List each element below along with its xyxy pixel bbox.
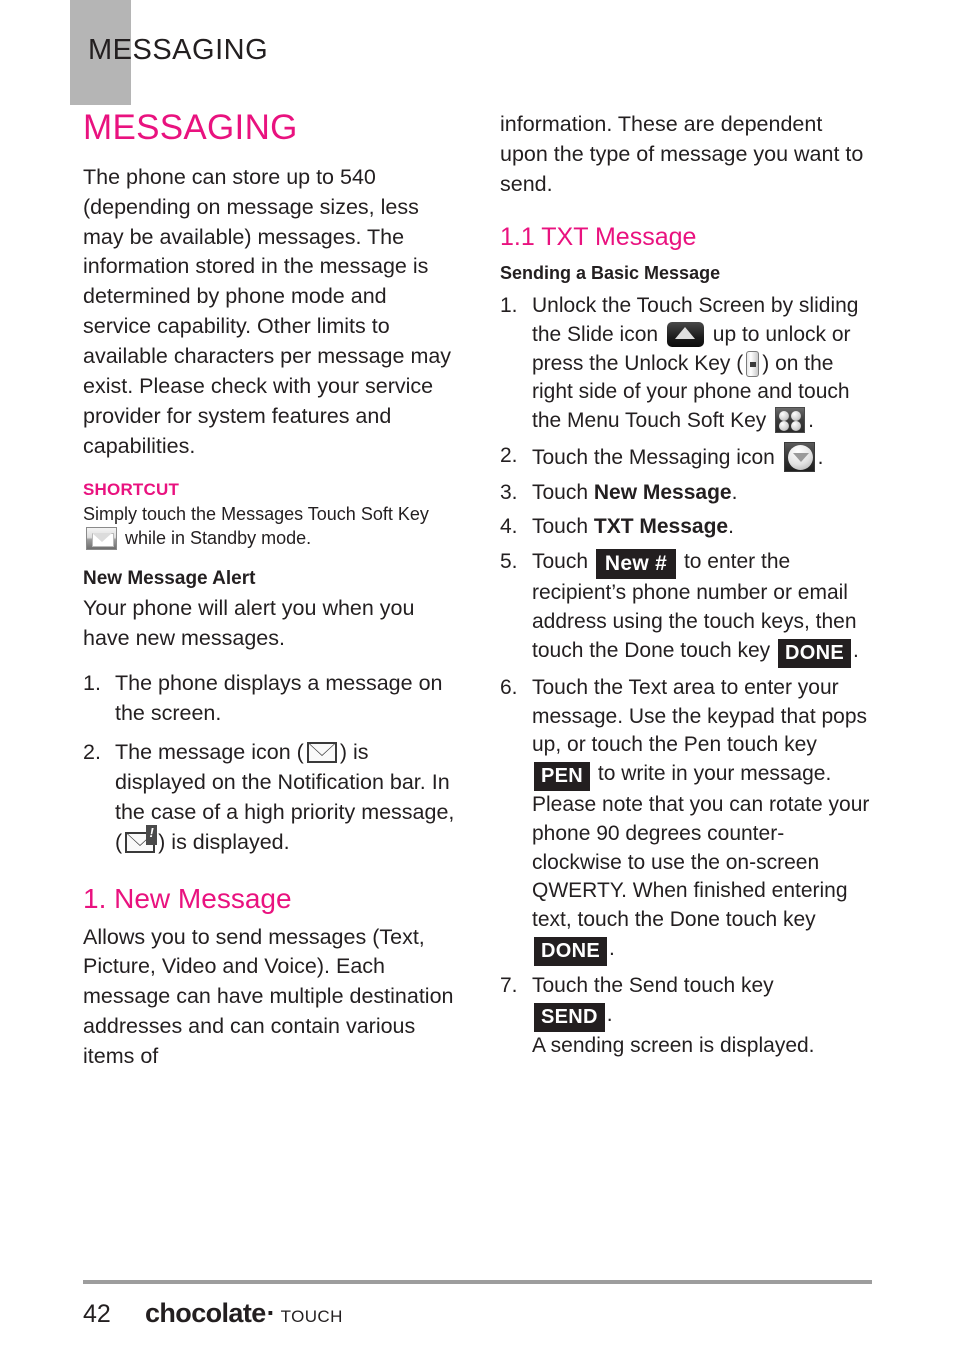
footer-content: 42 chocolate · TOUCH <box>83 1298 872 1329</box>
list-item: 1. The phone displays a message on the s… <box>83 669 455 729</box>
step-text-a: Touch <box>532 515 594 539</box>
messaging-app-icon <box>783 441 815 472</box>
step-text-c: . <box>853 638 859 662</box>
step-text-a: Touch the Messaging icon <box>532 445 775 469</box>
list-item: 7. Touch the Send touch key SEND. A send… <box>500 972 872 1061</box>
page-footer: 42 chocolate · TOUCH <box>83 1280 872 1329</box>
brand-suffix: TOUCH <box>280 1307 343 1326</box>
step-number: 4. <box>500 515 518 539</box>
step-number: 2. <box>83 740 101 765</box>
envelope-urgent-icon: ! <box>125 824 158 853</box>
shortcut-text-before: Simply touch the Messages Touch Soft Key <box>83 503 429 524</box>
running-header-title: MESSAGING <box>88 34 269 66</box>
step-text-c: . <box>608 936 615 960</box>
messages-softkey-icon <box>86 526 117 550</box>
list-item: 1. Unlock the Touch Screen by sliding th… <box>500 292 872 436</box>
step-text-a: Touch <box>532 550 589 574</box>
done-touch-key[interactable]: DONE <box>534 936 607 966</box>
step-text-c: ) is displayed. <box>158 829 290 854</box>
slide-up-icon <box>666 321 704 347</box>
sending-steps-list: 1. Unlock the Touch Screen by sliding th… <box>500 292 872 1060</box>
subsection-heading-sending-basic: Sending a Basic Message <box>500 263 721 284</box>
step-number: 6. <box>500 675 518 699</box>
step-text-b: . <box>817 445 824 469</box>
pen-touch-key[interactable]: PEN <box>534 762 591 792</box>
intro-paragraph: The phone can store up to 540 (depending… <box>83 164 452 458</box>
step-text-b: . <box>731 480 738 504</box>
envelope-icon <box>306 742 337 764</box>
shortcut-label: SHORTCUT <box>83 479 180 499</box>
step-text-d: . <box>808 409 814 433</box>
list-item: 5. Touch New # to enter the recipient’s … <box>500 548 872 668</box>
exclamation-badge: ! <box>146 824 158 845</box>
step-number: 5. <box>500 550 518 574</box>
section-body-new-message: Allows you to send messages (Text, Pictu… <box>83 924 454 1069</box>
step-text-a: The message icon ( <box>115 740 304 765</box>
step-text-a: Touch the Text area to enter your messag… <box>532 675 868 757</box>
unlock-key-icon <box>746 350 760 377</box>
subsection-title-txt-message: 1.1 TXT Message <box>500 222 697 251</box>
menu-softkey-icon <box>775 407 806 434</box>
list-item: 6. Touch the Text area to enter your mes… <box>500 674 872 966</box>
step-text-c: A sending screen is displayed. <box>532 1033 815 1057</box>
dot-icon <box>791 421 802 432</box>
new-message-alert-body: Your phone will alert you when you have … <box>83 595 415 650</box>
left-column: MESSAGING The phone can store up to 540 … <box>83 108 455 1074</box>
step-text-b: . <box>606 1002 613 1026</box>
step-text-a: Touch <box>532 480 594 504</box>
footer-divider <box>83 1280 872 1284</box>
page-number: 42 <box>83 1300 111 1328</box>
shortcut-paragraph: Simply touch the Messages Touch Soft Key… <box>83 502 455 550</box>
step-text-b: . <box>728 515 734 539</box>
new-message-alert-heading: New Message Alert <box>83 567 256 589</box>
continued-paragraph: information. These are dependent upon th… <box>500 112 864 196</box>
brand-dot: · <box>266 1298 276 1328</box>
step-emphasis: TXT Message <box>593 515 729 539</box>
section-title-new-message: 1. New Message <box>83 882 292 914</box>
chapter-title: MESSAGING <box>83 108 298 147</box>
step-text-a: Touch the Send touch key <box>532 973 774 997</box>
list-item: 3. Touch New Message. <box>500 479 872 508</box>
right-column: information. These are dependent upon th… <box>500 110 872 1066</box>
new-number-touch-key[interactable]: New # <box>595 549 677 580</box>
shortcut-text-after: while in Standby mode. <box>125 527 312 548</box>
send-touch-key[interactable]: SEND <box>534 1002 605 1032</box>
step-text: The phone displays a message on the scre… <box>115 671 443 726</box>
list-item: 2. The message icon () is displayed on t… <box>83 738 455 858</box>
dot-icon <box>779 421 790 432</box>
alert-steps-list: 1. The phone displays a message on the s… <box>83 669 455 857</box>
step-number: 1. <box>83 671 101 696</box>
step-emphasis: New Message <box>593 480 732 504</box>
running-header: MESSAGING <box>0 0 954 106</box>
list-item: 2. Touch the Messaging icon . <box>500 441 872 473</box>
list-item: 4. Touch TXT Message. <box>500 513 872 542</box>
dot-icon <box>791 411 802 422</box>
step-number: 3. <box>500 480 518 504</box>
done-touch-key[interactable]: DONE <box>778 638 851 668</box>
dot-icon <box>779 411 790 422</box>
step-number: 7. <box>500 973 518 997</box>
brand-name: chocolate <box>145 1298 266 1328</box>
step-number: 1. <box>500 294 518 318</box>
step-number: 2. <box>500 443 518 467</box>
